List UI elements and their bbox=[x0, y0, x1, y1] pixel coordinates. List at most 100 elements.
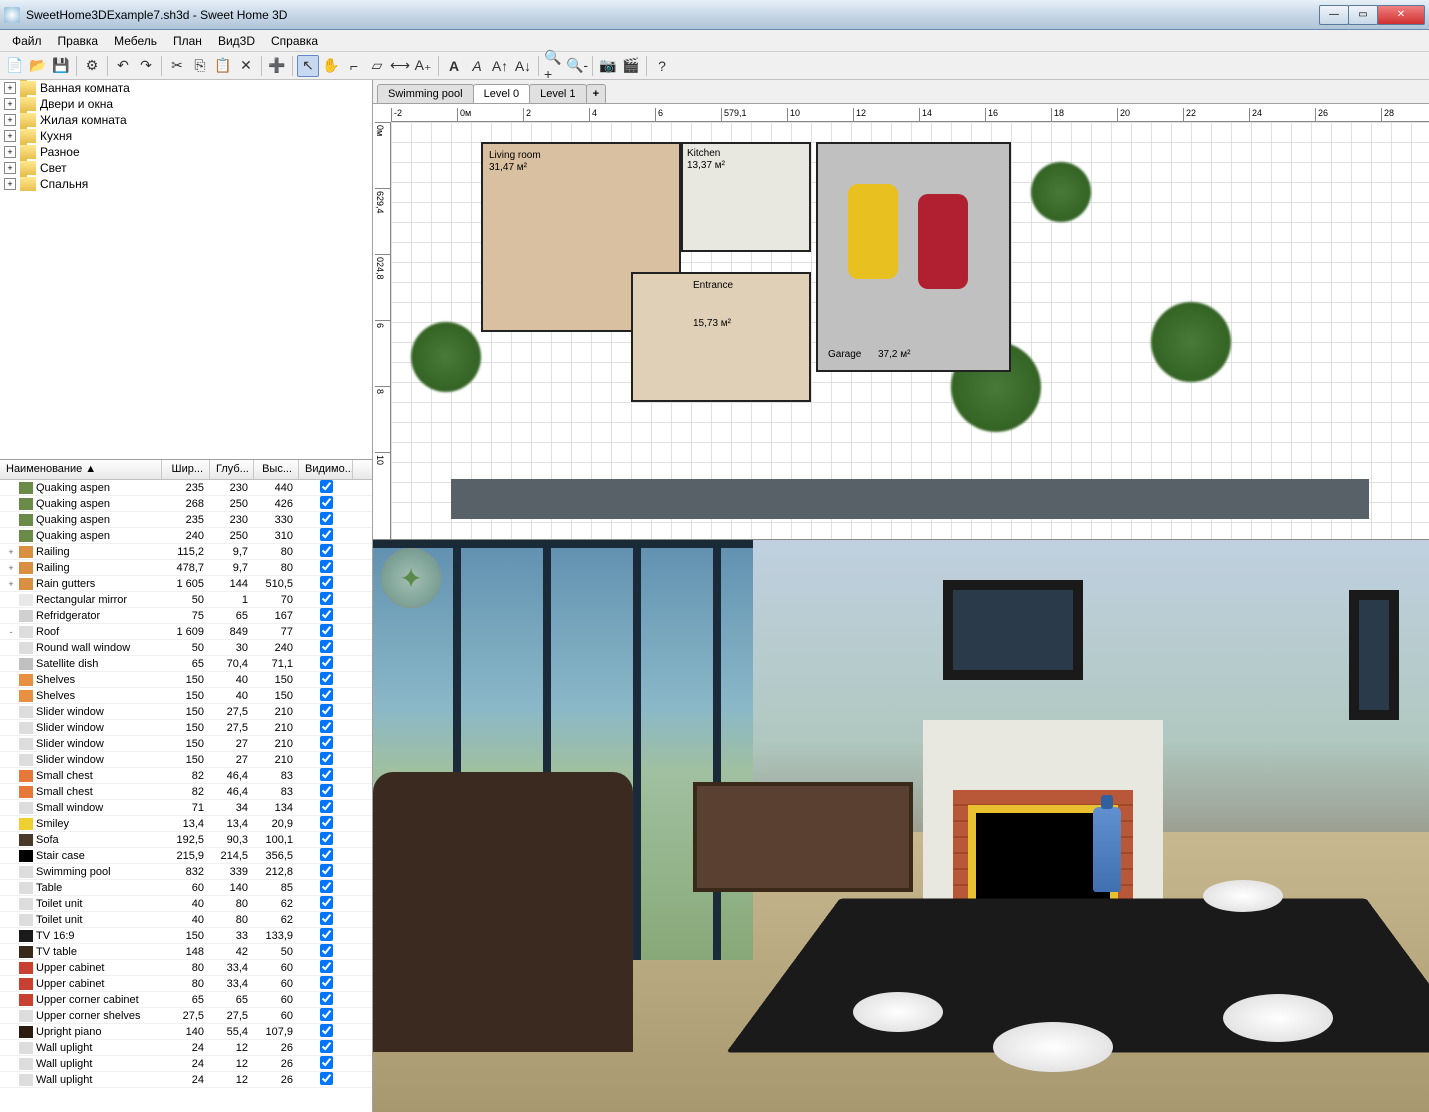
table-row[interactable]: Table6014085 bbox=[0, 880, 372, 896]
create-video-button[interactable]: 🎬 bbox=[620, 55, 642, 77]
menu-мебель[interactable]: Мебель bbox=[106, 31, 165, 51]
redo-button[interactable]: ↷ bbox=[135, 55, 157, 77]
visible-checkbox[interactable] bbox=[320, 576, 333, 589]
table-row[interactable]: Slider window15027,5210 bbox=[0, 720, 372, 736]
maximize-button[interactable]: ▭ bbox=[1348, 5, 1378, 25]
paste-button[interactable]: 📋 bbox=[212, 55, 234, 77]
table-row[interactable]: Small window7134134 bbox=[0, 800, 372, 816]
visible-checkbox[interactable] bbox=[320, 800, 333, 813]
visible-checkbox[interactable] bbox=[320, 992, 333, 1005]
furniture-table[interactable]: Наименование ▲ Шир... Глуб... Выс... Вид… bbox=[0, 460, 372, 1112]
table-row[interactable]: TV 16:915033133,9 bbox=[0, 928, 372, 944]
create-rooms-button[interactable]: ▱ bbox=[366, 55, 388, 77]
visible-checkbox[interactable] bbox=[320, 608, 333, 621]
create-walls-button[interactable]: ⌐ bbox=[343, 55, 365, 77]
zoom-out-button[interactable]: 🔍- bbox=[566, 55, 588, 77]
visible-checkbox[interactable] bbox=[320, 768, 333, 781]
visible-checkbox[interactable] bbox=[320, 704, 333, 717]
visible-checkbox[interactable] bbox=[320, 560, 333, 573]
table-row[interactable]: Upright piano14055,4107,9 bbox=[0, 1024, 372, 1040]
expand-icon[interactable]: + bbox=[4, 130, 16, 142]
table-row[interactable]: -Roof1 60984977 bbox=[0, 624, 372, 640]
visible-checkbox[interactable] bbox=[320, 784, 333, 797]
expand-icon[interactable]: + bbox=[4, 146, 16, 158]
table-row[interactable]: Rectangular mirror50170 bbox=[0, 592, 372, 608]
table-row[interactable]: Satellite dish6570,471,1 bbox=[0, 656, 372, 672]
plan-canvas[interactable]: -20м246579,110121416182022242628 0м629,4… bbox=[373, 104, 1429, 539]
visible-checkbox[interactable] bbox=[320, 1040, 333, 1053]
visible-checkbox[interactable] bbox=[320, 880, 333, 893]
preferences-button[interactable]: ⚙ bbox=[81, 55, 103, 77]
table-row[interactable]: Smiley13,413,420,9 bbox=[0, 816, 372, 832]
visible-checkbox[interactable] bbox=[320, 592, 333, 605]
col-header-name[interactable]: Наименование ▲ bbox=[0, 460, 162, 479]
table-row[interactable]: Upper cabinet8033,460 bbox=[0, 960, 372, 976]
menu-план[interactable]: План bbox=[165, 31, 210, 51]
col-header-height[interactable]: Выс... bbox=[254, 460, 299, 479]
table-row[interactable]: Swimming pool832339212,8 bbox=[0, 864, 372, 880]
level-tab[interactable]: Level 0 bbox=[473, 84, 530, 103]
close-button[interactable]: ✕ bbox=[1377, 5, 1425, 25]
tree-shape[interactable] bbox=[411, 322, 481, 392]
visible-checkbox[interactable] bbox=[320, 1008, 333, 1021]
visible-checkbox[interactable] bbox=[320, 736, 333, 749]
room-entrance[interactable]: Entrance 15,73 м² bbox=[631, 272, 811, 402]
zoom-in-button[interactable]: 🔍+ bbox=[543, 55, 565, 77]
visible-checkbox[interactable] bbox=[320, 672, 333, 685]
visible-checkbox[interactable] bbox=[320, 640, 333, 653]
table-row[interactable]: Wall uplight241226 bbox=[0, 1056, 372, 1072]
visible-checkbox[interactable] bbox=[320, 544, 333, 557]
catalog-item[interactable]: +Ванная комната bbox=[0, 80, 372, 96]
create-photo-button[interactable]: 📷 bbox=[597, 55, 619, 77]
visible-checkbox[interactable] bbox=[320, 528, 333, 541]
expand-icon[interactable]: + bbox=[4, 98, 16, 110]
visible-checkbox[interactable] bbox=[320, 928, 333, 941]
table-row[interactable]: Toilet unit408062 bbox=[0, 912, 372, 928]
plan-content[interactable]: Living room 31,47 м² Kitchen 13,37 м² En… bbox=[391, 122, 1429, 539]
pan-tool-button[interactable]: ✋ bbox=[320, 55, 342, 77]
expand-icon[interactable]: + bbox=[4, 114, 16, 126]
table-row[interactable]: +Railing478,79,780 bbox=[0, 560, 372, 576]
table-row[interactable]: +Rain gutters1 605144510,5 bbox=[0, 576, 372, 592]
tree-shape[interactable] bbox=[1031, 162, 1091, 222]
font-size-down-button[interactable]: A↓ bbox=[512, 55, 534, 77]
expand-icon[interactable]: + bbox=[4, 162, 16, 174]
table-row[interactable]: Sofa192,590,3100,1 bbox=[0, 832, 372, 848]
table-row[interactable]: Slider window15027210 bbox=[0, 752, 372, 768]
catalog-item[interactable]: +Свет bbox=[0, 160, 372, 176]
car-yellow[interactable] bbox=[848, 184, 898, 279]
car-red[interactable] bbox=[918, 194, 968, 289]
table-row[interactable]: Small chest8246,483 bbox=[0, 768, 372, 784]
visible-checkbox[interactable] bbox=[320, 624, 333, 637]
visible-checkbox[interactable] bbox=[320, 848, 333, 861]
table-row[interactable]: Slider window15027,5210 bbox=[0, 704, 372, 720]
visible-checkbox[interactable] bbox=[320, 752, 333, 765]
menu-файл[interactable]: Файл bbox=[4, 31, 50, 51]
undo-button[interactable]: ↶ bbox=[112, 55, 134, 77]
help-button[interactable]: ? bbox=[651, 55, 673, 77]
table-row[interactable]: Refridgerator7565167 bbox=[0, 608, 372, 624]
visible-checkbox[interactable] bbox=[320, 720, 333, 733]
catalog-item[interactable]: +Кухня bbox=[0, 128, 372, 144]
level-tab[interactable]: Level 1 bbox=[529, 84, 586, 103]
expand-icon[interactable]: + bbox=[4, 82, 16, 94]
visible-checkbox[interactable] bbox=[320, 480, 333, 493]
table-row[interactable]: Quaking aspen268250426 bbox=[0, 496, 372, 512]
visible-checkbox[interactable] bbox=[320, 912, 333, 925]
font-size-up-button[interactable]: A↑ bbox=[489, 55, 511, 77]
delete-button[interactable]: ✕ bbox=[235, 55, 257, 77]
visible-checkbox[interactable] bbox=[320, 1072, 333, 1085]
col-header-depth[interactable]: Глуб... bbox=[210, 460, 254, 479]
table-row[interactable]: Stair case215,9214,5356,5 bbox=[0, 848, 372, 864]
pool-rect[interactable] bbox=[451, 479, 1369, 519]
view3d-panel[interactable] bbox=[373, 540, 1429, 1112]
col-header-width[interactable]: Шир... bbox=[162, 460, 210, 479]
text-bold-button[interactable]: A bbox=[443, 55, 465, 77]
visible-checkbox[interactable] bbox=[320, 832, 333, 845]
add-level-button[interactable]: + bbox=[586, 84, 606, 103]
table-row[interactable]: Upper cabinet8033,460 bbox=[0, 976, 372, 992]
cut-button[interactable]: ✂ bbox=[166, 55, 188, 77]
menu-вид3d[interactable]: Вид3D bbox=[210, 31, 263, 51]
visible-checkbox[interactable] bbox=[320, 656, 333, 669]
new-button[interactable]: 📄 bbox=[4, 55, 26, 77]
